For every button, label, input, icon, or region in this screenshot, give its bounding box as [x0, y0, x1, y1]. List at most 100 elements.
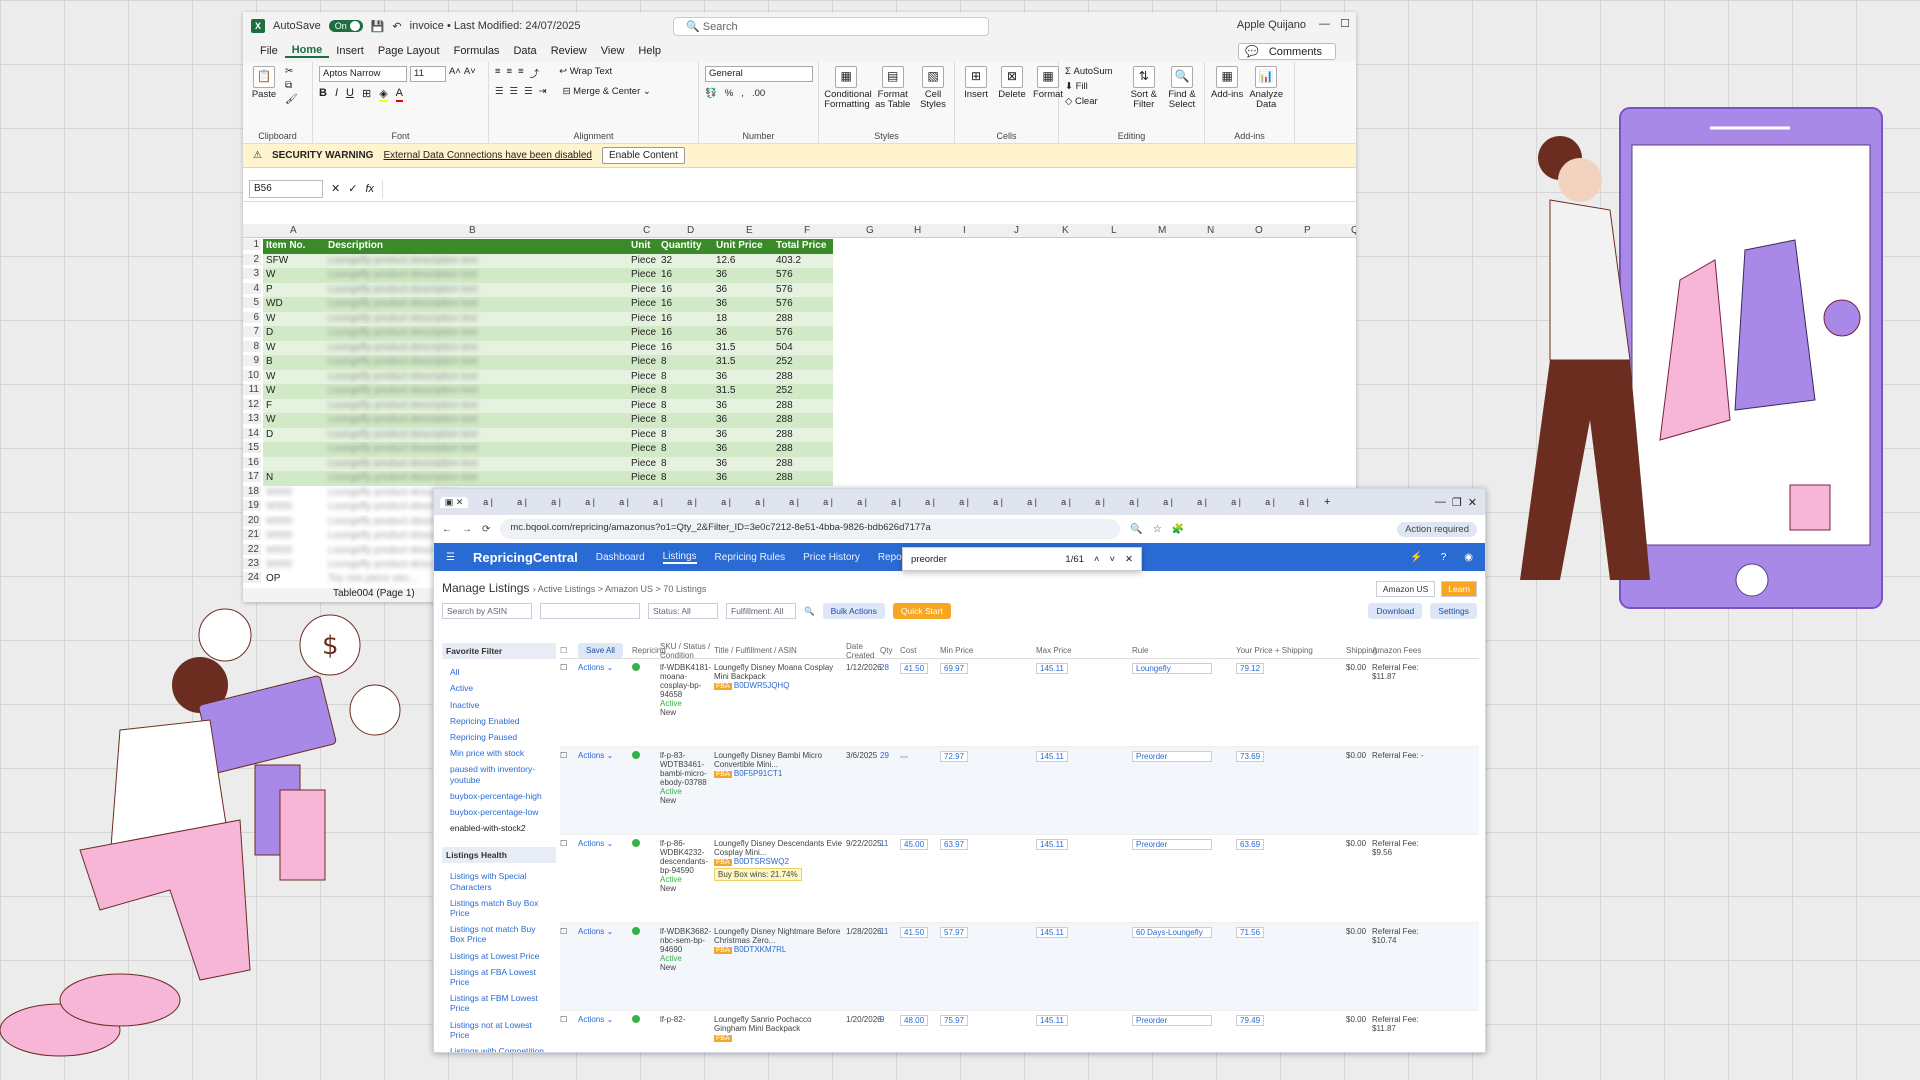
back-icon[interactable]: ←: [442, 524, 452, 535]
find-input[interactable]: preorder: [911, 554, 1055, 565]
nav-repricing-rules[interactable]: Repricing Rules: [715, 552, 786, 563]
filter-item[interactable]: Active: [446, 680, 552, 696]
user-name[interactable]: Apple Quijano: [1237, 19, 1306, 31]
autosum-button[interactable]: Σ AutoSum: [1065, 66, 1122, 77]
browser-tab[interactable]: a |: [712, 497, 740, 507]
max-price-input[interactable]: 145.11: [1036, 663, 1068, 674]
file-title[interactable]: invoice • Last Modified: 24/07/2025: [410, 20, 581, 32]
browser-tab[interactable]: a |: [1018, 497, 1046, 507]
extension-icon[interactable]: 🧩: [1172, 524, 1184, 535]
menu-formulas[interactable]: Formulas: [447, 45, 507, 57]
rule-select[interactable]: Preorder: [1132, 839, 1212, 850]
menu-help[interactable]: Help: [631, 45, 668, 57]
cost-input[interactable]: 41.50: [900, 927, 929, 938]
account-icon[interactable]: ◉: [1464, 552, 1473, 563]
max-price-input[interactable]: 145.11: [1036, 927, 1068, 938]
fill-button[interactable]: ⬇ Fill: [1065, 81, 1122, 92]
quantity-cell[interactable]: 16: [658, 268, 713, 283]
align-left-icon[interactable]: ☰: [495, 86, 504, 97]
total-price-cell[interactable]: 288: [773, 312, 833, 327]
browser-tab[interactable]: a |: [1290, 497, 1318, 507]
description-cell[interactable]: Loungefly product description text: [325, 283, 628, 298]
item-cell[interactable]: W: [263, 370, 325, 385]
enable-content-button[interactable]: Enable Content: [601, 147, 685, 164]
quantity-cell[interactable]: 16: [658, 312, 713, 327]
shrink-font-icon[interactable]: A˅: [464, 66, 476, 82]
rule-select[interactable]: Loungefly: [1132, 663, 1212, 674]
quantity-cell[interactable]: 16: [658, 326, 713, 341]
restore-icon[interactable]: ❐: [1452, 496, 1462, 509]
borders-icon[interactable]: ⊞: [362, 87, 371, 102]
row-header[interactable]: 17: [243, 471, 261, 482]
description-cell[interactable]: Loungefly product description text: [325, 413, 628, 428]
browser-tab[interactable]: a |: [678, 497, 706, 507]
browser-tab[interactable]: a |: [1256, 497, 1284, 507]
save-all-button[interactable]: Save All: [578, 643, 623, 658]
align-center-icon[interactable]: ☰: [510, 86, 519, 97]
minimize-icon[interactable]: —: [1319, 18, 1330, 30]
health-filter-item[interactable]: Listings at FBM Lowest Price: [446, 990, 552, 1016]
active-tab[interactable]: ▣ ✕: [440, 496, 468, 508]
align-top-icon[interactable]: ≡: [495, 66, 501, 80]
unit-price-cell[interactable]: 36: [713, 283, 773, 298]
item-cell[interactable]: W: [263, 413, 325, 428]
health-filter-item[interactable]: Listings at Lowest Price: [446, 948, 552, 964]
item-cell[interactable]: W000: [263, 486, 325, 501]
item-cell[interactable]: WD: [263, 297, 325, 312]
filter-item[interactable]: Repricing Enabled: [446, 713, 552, 729]
rule-select[interactable]: Preorder: [1132, 1015, 1212, 1026]
row-header[interactable]: 24: [243, 572, 261, 583]
health-filter-item[interactable]: Listings match Buy Box Price: [446, 895, 552, 921]
download-button[interactable]: Download: [1368, 603, 1423, 619]
align-bottom-icon[interactable]: ≡: [518, 66, 524, 80]
sku-text[interactable]: lf-WDBK4181-moana-cosplay-bp-94658: [660, 663, 714, 699]
description-cell[interactable]: Loungefly product description text: [325, 254, 628, 269]
quantity-cell[interactable]: 8: [658, 399, 713, 414]
unit-cell[interactable]: Piece: [628, 413, 658, 428]
filter-item[interactable]: Inactive: [446, 697, 552, 713]
fulfillment-select[interactable]: Fulfillment: All: [726, 603, 796, 619]
unit-cell[interactable]: Piece: [628, 355, 658, 370]
quantity-cell[interactable]: 8: [658, 384, 713, 399]
header-unit-price[interactable]: Unit Price: [713, 239, 773, 254]
row-header[interactable]: 5: [243, 297, 261, 308]
row-header[interactable]: 9: [243, 355, 261, 366]
repricing-status-icon[interactable]: [632, 839, 640, 847]
brand-logo[interactable]: RepricingCentral: [473, 550, 578, 565]
min-price-input[interactable]: 69.97: [940, 663, 969, 674]
unit-cell[interactable]: Piece: [628, 457, 658, 472]
listing-title[interactable]: Loungefly Disney Descendants Evie Cospla…: [714, 839, 846, 857]
col-q[interactable]: Q: [1351, 225, 1356, 236]
name-box[interactable]: B56: [249, 179, 323, 198]
item-cell[interactable]: N: [263, 471, 325, 486]
item-cell[interactable]: F: [263, 399, 325, 414]
filter-item[interactable]: Min price with stock: [446, 745, 552, 761]
description-cell[interactable]: Loungefly product description text: [325, 268, 628, 283]
filter-item[interactable]: buybox-percentage-high: [446, 788, 552, 804]
delete-cells-button[interactable]: ⊠ Delete: [997, 66, 1027, 100]
menu-review[interactable]: Review: [544, 45, 594, 57]
item-cell[interactable]: W000: [263, 558, 325, 573]
col-g[interactable]: G: [866, 225, 874, 236]
quantity-cell[interactable]: 16: [658, 341, 713, 356]
find-close-icon[interactable]: ✕: [1125, 554, 1133, 565]
unit-price-cell[interactable]: 31.5: [713, 355, 773, 370]
notification-icon[interactable]: ⚡: [1410, 552, 1422, 563]
browser-tab[interactable]: a |: [780, 497, 808, 507]
filter-item[interactable]: enabled-with-stock2: [446, 820, 552, 836]
breadcrumb-path[interactable]: Active Listings > Amazon US > 70 Listing…: [538, 584, 707, 594]
col-e[interactable]: E: [746, 225, 753, 236]
your-price-input[interactable]: 79.12: [1236, 663, 1265, 674]
unit-cell[interactable]: Piece: [628, 312, 658, 327]
align-right-icon[interactable]: ☰: [524, 86, 533, 97]
bookmark-icon[interactable]: ☆: [1153, 524, 1162, 535]
filter-item[interactable]: buybox-percentage-low: [446, 804, 552, 820]
unit-price-cell[interactable]: 36: [713, 399, 773, 414]
asin-input[interactable]: [540, 603, 640, 619]
quantity-cell[interactable]: 8: [658, 413, 713, 428]
browser-tab[interactable]: a |: [916, 497, 944, 507]
description-cell[interactable]: Loungefly product description text: [325, 442, 628, 457]
analyze-data-button[interactable]: 📊 Analyze Data: [1249, 66, 1283, 111]
quantity-cell[interactable]: 8: [658, 370, 713, 385]
browser-tab[interactable]: a |: [950, 497, 978, 507]
